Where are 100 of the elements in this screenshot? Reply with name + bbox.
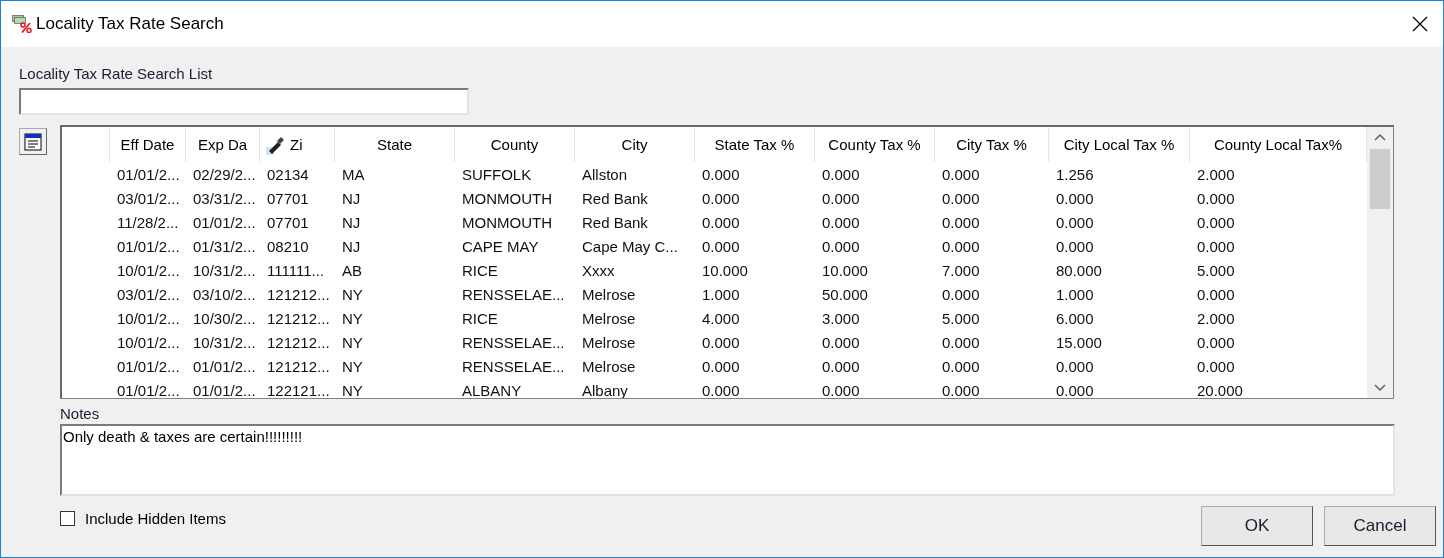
- dialog-button[interactable]: Cancel: [1324, 506, 1436, 546]
- table-cell-text: 10.000: [701, 261, 749, 279]
- table-cell-text: 5.000: [941, 309, 981, 327]
- table-cell-text: Cape May C...: [581, 237, 679, 255]
- table-cell-text: Melrose: [581, 309, 637, 327]
- table-cell-text: Melrose: [581, 285, 637, 303]
- table-cell-text: MONMOUTH: [461, 213, 553, 231]
- table-cell-text: 07701: [266, 189, 310, 207]
- field-label: Locality Tax Rate Search List: [19, 65, 214, 82]
- table-cell-text: 5.000: [1196, 261, 1236, 279]
- column-header[interactable]: Eff Date: [110, 127, 186, 162]
- column-chooser-button[interactable]: [19, 128, 47, 155]
- table-cell-text: 0.000: [821, 381, 861, 398]
- table-cell-text: 121212...: [266, 309, 331, 327]
- table-cell-text: 01/01/2...: [116, 237, 181, 255]
- table-cell-text: 0.000: [701, 165, 741, 183]
- table-cell-text: 0.000: [941, 333, 981, 351]
- table-cell-text: 0.000: [701, 213, 741, 231]
- notes-field[interactable]: Only death & taxes are certain!!!!!!!!!: [60, 424, 1395, 496]
- table-cell-text: 01/01/2...: [192, 213, 257, 231]
- table-cell-text: 7.000: [941, 261, 981, 279]
- table-cell-text: 0.000: [821, 237, 861, 255]
- table-cell-text: 121212...: [266, 357, 331, 375]
- table-cell-text: 10/01/2...: [116, 309, 181, 327]
- table-cell-text: 03/01/2...: [116, 189, 181, 207]
- checkbox[interactable]: [60, 511, 75, 526]
- table-cell-text: 0.000: [1196, 237, 1236, 255]
- table-cell-text: 2.000: [1196, 309, 1236, 327]
- table-cell-text: RICE: [461, 261, 499, 279]
- column-header[interactable]: State Tax %: [695, 127, 815, 162]
- table-cell-text: 03/10/2...: [192, 285, 257, 303]
- scrollbar[interactable]: [1367, 127, 1393, 398]
- table-cell-text: NJ: [341, 189, 362, 207]
- table-cell-text: 03/01/2...: [116, 285, 181, 303]
- table-cell-text: CAPE MAY: [461, 237, 540, 255]
- table-cell-text: 10/01/2...: [116, 333, 181, 351]
- column-header[interactable]: County Tax %: [815, 127, 935, 162]
- table-cell-text: Melrose: [581, 333, 637, 351]
- column-header[interactable]: City Local Tax %: [1049, 127, 1190, 162]
- table-cell-text: Xxxx: [581, 261, 616, 279]
- money-percent-icon: [12, 15, 32, 33]
- table-cell-text: 01/31/2...: [192, 237, 257, 255]
- table-cell-text: 01/01/2...: [116, 165, 181, 183]
- close-icon[interactable]: [1412, 16, 1428, 32]
- table-cell-text: NY: [341, 333, 364, 351]
- table-cell-text: 01/01/2...: [116, 357, 181, 375]
- scrollbar-thumb[interactable]: [1370, 149, 1390, 209]
- table-cell-text: RENSSELAE...: [461, 285, 566, 303]
- column-header[interactable]: State: [335, 127, 455, 162]
- table-cell-text: 10/31/2...: [192, 261, 257, 279]
- table-cell-text: 10.000: [821, 261, 869, 279]
- table-cell-text: 0.000: [941, 381, 981, 398]
- table-cell-text: NY: [341, 357, 364, 375]
- table-cell-text: 1.000: [1055, 285, 1095, 303]
- table-cell-text: 10/30/2...: [192, 309, 257, 327]
- notes-label: Notes: [60, 405, 101, 422]
- checkbox-label[interactable]: Include Hidden Items: [85, 510, 226, 527]
- table-cell-text: 111111...: [266, 261, 325, 279]
- table-cell-text: 0.000: [941, 357, 981, 375]
- table-cell-text: 0.000: [701, 237, 741, 255]
- table-cell-text: 121212...: [266, 285, 331, 303]
- table-cell-text: 0.000: [1055, 213, 1095, 231]
- dialog-button[interactable]: OK: [1201, 506, 1313, 546]
- table-cell-text: MA: [341, 165, 366, 183]
- table-cell-text: 20.000: [1196, 381, 1244, 398]
- column-header[interactable]: County: [455, 127, 575, 162]
- column-header[interactable]: Zi: [260, 127, 335, 162]
- table-cell-text: 0.000: [701, 189, 741, 207]
- flashlight-icon: [266, 134, 286, 155]
- table-cell-text: 0.000: [1055, 381, 1095, 398]
- table-cell-text: 0.000: [821, 333, 861, 351]
- table-cell-text: 03/31/2...: [192, 189, 257, 207]
- table-cell-text: 0.000: [1055, 237, 1095, 255]
- table-cell-text: 0.000: [1196, 333, 1236, 351]
- table-cell-text: 0.000: [701, 381, 741, 398]
- table-cell-text: NY: [341, 309, 364, 327]
- column-header[interactable]: City Tax %: [935, 127, 1049, 162]
- table-cell-text: 07701: [266, 213, 310, 231]
- table-cell-text: 50.000: [821, 285, 869, 303]
- table-cell-text: 6.000: [1055, 309, 1095, 327]
- table-cell-text: 11/28/2...: [116, 213, 180, 231]
- table-cell-text: NJ: [341, 237, 362, 255]
- table-cell-text: NJ: [341, 213, 362, 231]
- table-cell-text: 0.000: [821, 357, 861, 375]
- table-cell-text: 4.000: [701, 309, 741, 327]
- search-field[interactable]: [19, 88, 469, 115]
- table-cell-text: 0.000: [1055, 357, 1095, 375]
- column-label: Zi: [290, 136, 303, 153]
- table-cell-text: RENSSELAE...: [461, 333, 566, 351]
- table-cell-text: 2.000: [1196, 165, 1236, 183]
- table-cell-text: Red Bank: [581, 189, 649, 207]
- table-cell-text: 0.000: [941, 165, 981, 183]
- table-cell-text: 0.000: [1055, 189, 1095, 207]
- table-cell-text: 15.000: [1055, 333, 1103, 351]
- table-cell-text: ALBANY: [461, 381, 523, 398]
- table-cell-text: Melrose: [581, 357, 637, 375]
- column-header[interactable]: Exp Da: [186, 127, 260, 162]
- table-cell-text: 01/01/2...: [192, 357, 257, 375]
- table-cell-text: 80.000: [1055, 261, 1103, 279]
- column-header[interactable]: City: [575, 127, 695, 162]
